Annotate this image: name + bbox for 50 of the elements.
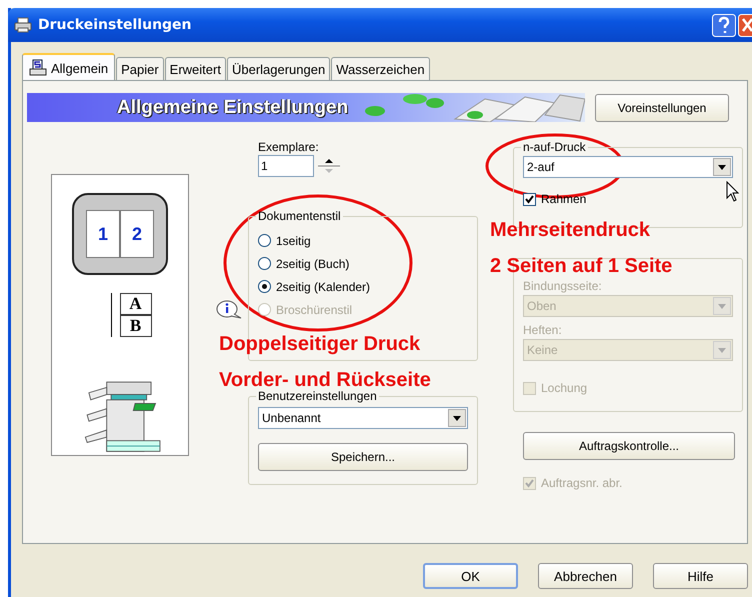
- sheet-front: A: [120, 293, 152, 316]
- tab[interactable]: Papier: [116, 57, 164, 80]
- copies-field[interactable]: 1: [258, 155, 314, 177]
- field-label: Bindungsseite:: [523, 279, 603, 293]
- radio-label: 2seitig (Kalender): [276, 280, 370, 294]
- window-title: Druckeinstellungen: [38, 17, 193, 33]
- radio-button[interactable]: [258, 280, 271, 293]
- group-title: Benutzereinstellungen: [257, 389, 378, 403]
- annotation-text: Mehrseitendruck: [490, 219, 650, 242]
- close-button[interactable]: [738, 14, 752, 36]
- help-button[interactable]: [712, 14, 736, 36]
- group-title: Dokumentenstil: [257, 209, 342, 223]
- dropdown-arrow-icon: [718, 304, 726, 308]
- printer-icon: [29, 59, 47, 77]
- save-button[interactable]: Speichern...: [258, 443, 468, 471]
- radio-label: 1seitig: [276, 234, 311, 248]
- radio-label: Broschürenstil: [276, 302, 352, 316]
- mouse-pointer-icon: [726, 181, 740, 203]
- user-settings-dropdown[interactable]: Unbenannt: [258, 407, 468, 429]
- dialog-button[interactable]: Hilfe: [653, 563, 748, 589]
- checkbox-label: Auftragsnr. abr.: [541, 476, 622, 490]
- radio-button[interactable]: [258, 257, 271, 270]
- checkbox[interactable]: [523, 192, 536, 206]
- copies-label: Exemplare:: [258, 140, 320, 154]
- tab[interactable]: Überlagerungen: [226, 57, 330, 80]
- tab[interactable]: Allgemein: [22, 53, 116, 81]
- annotation-text: 2 Seiten auf 1 Seite: [490, 255, 672, 278]
- group-title: n-auf-Druck: [522, 140, 587, 154]
- presets-button[interactable]: Voreinstellungen: [595, 94, 729, 122]
- sheet-back: B: [120, 315, 152, 338]
- page-number: 2: [132, 224, 142, 245]
- annotation-text: Vorder- und Rückseite: [219, 369, 431, 391]
- radio-label: 2seitig (Buch): [276, 256, 350, 270]
- tab[interactable]: Erweitert: [164, 57, 226, 80]
- tab[interactable]: Wasserzeichen: [331, 57, 430, 80]
- field-label: Heften:: [523, 323, 563, 337]
- page-number: 1: [98, 224, 108, 245]
- annotation-text: Doppelseitiger Druck: [219, 333, 420, 356]
- info-icon: [216, 300, 242, 320]
- n-up-dropdown[interactable]: 2-auf: [523, 156, 733, 178]
- checkbox-label: Lochung: [541, 381, 588, 395]
- dialog-button[interactable]: OK: [423, 563, 518, 589]
- printer-icon: [14, 16, 32, 34]
- dialog-button[interactable]: Abbrechen: [538, 563, 633, 589]
- banner: Allgemeine Einstellungen: [27, 93, 585, 122]
- dropdown-arrow-icon: [718, 164, 726, 170]
- dropdown-arrow-icon: [718, 348, 726, 352]
- radio-button[interactable]: [258, 234, 271, 247]
- job-control-button[interactable]: Auftragskontrolle...: [523, 432, 735, 460]
- dropdown-arrow-icon: [453, 416, 461, 420]
